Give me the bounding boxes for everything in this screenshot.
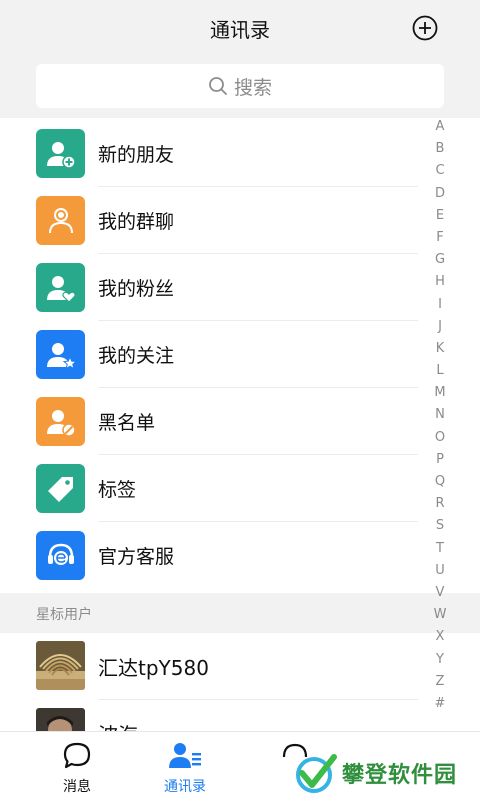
index-letter[interactable]: Z xyxy=(428,671,452,693)
menu-item-my-fans[interactable]: 我的粉丝 xyxy=(0,254,480,321)
menu-item-label: 新的朋友 xyxy=(98,144,175,166)
user-heart-icon xyxy=(36,263,85,312)
menu-item-my-groups[interactable]: 我的群聊 xyxy=(0,187,480,254)
contact-item[interactable]: 波海 xyxy=(0,700,480,731)
header: 通讯录 搜索 xyxy=(0,0,480,118)
menu-item-label: 我的关注 xyxy=(98,345,175,367)
headset-icon xyxy=(36,531,85,580)
avatar xyxy=(36,708,85,731)
tab-label: 消息 xyxy=(63,779,91,795)
avatar xyxy=(36,641,85,690)
index-letter[interactable]: N xyxy=(428,404,452,426)
menu-item-tags[interactable]: 标签 xyxy=(0,455,480,522)
index-letter[interactable]: D xyxy=(428,183,452,205)
search-input[interactable]: 搜索 xyxy=(36,64,444,108)
index-letter[interactable]: B xyxy=(428,138,452,160)
index-letter[interactable]: F xyxy=(428,227,452,249)
index-letter[interactable]: C xyxy=(428,160,452,182)
tag-icon xyxy=(36,464,85,513)
index-letter[interactable]: M xyxy=(428,382,452,404)
index-letter[interactable]: A xyxy=(428,116,452,138)
menu-item-label: 标签 xyxy=(98,479,137,501)
index-letter[interactable]: I xyxy=(428,294,452,316)
checkmark-logo-icon xyxy=(296,754,337,793)
index-letter[interactable]: P xyxy=(428,449,452,471)
index-letter[interactable]: W xyxy=(428,604,452,626)
index-letter[interactable]: Y xyxy=(428,649,452,671)
index-letter[interactable]: G xyxy=(428,249,452,271)
contact-name: 汇达tpY580 xyxy=(98,656,209,680)
user-block-icon xyxy=(36,397,85,446)
index-letter[interactable]: L xyxy=(428,360,452,382)
tab-messages[interactable]: 消息 xyxy=(32,732,122,801)
plus-circle-icon[interactable] xyxy=(412,15,438,41)
index-letter[interactable]: J xyxy=(428,316,452,338)
index-letter[interactable]: V xyxy=(428,582,452,604)
search-placeholder: 搜索 xyxy=(233,76,272,99)
page-title: 通讯录 xyxy=(210,18,270,42)
index-letter[interactable]: S xyxy=(428,515,452,537)
index-letter[interactable]: H xyxy=(428,271,452,293)
search-icon xyxy=(209,77,227,95)
group-icon xyxy=(36,196,85,245)
index-letter[interactable]: Q xyxy=(428,471,452,493)
index-letter[interactable]: E xyxy=(428,205,452,227)
user-star-icon xyxy=(36,330,85,379)
menu-item-my-follows[interactable]: 我的关注 xyxy=(0,321,480,388)
watermark-text: 攀登软件园 xyxy=(342,763,458,788)
index-letter[interactable]: O xyxy=(428,427,452,449)
index-letter[interactable]: K xyxy=(428,338,452,360)
menu-item-blacklist[interactable]: 黑名单 xyxy=(0,388,480,455)
index-letter[interactable]: U xyxy=(428,560,452,582)
contact-item[interactable]: 汇达tpY580 xyxy=(0,633,480,700)
index-letter[interactable]: T xyxy=(428,538,452,560)
tab-label: 通讯录 xyxy=(164,779,206,795)
contact-name: 波海 xyxy=(98,719,138,731)
menu-item-customer-service[interactable]: 官方客服 xyxy=(0,522,480,589)
menu-item-label: 我的粉丝 xyxy=(98,278,175,300)
menu-item-new-friends[interactable]: 新的朋友 xyxy=(0,120,480,187)
menu-item-label: 官方客服 xyxy=(98,546,175,568)
watermark-logo: 攀登软件园 xyxy=(292,750,480,796)
index-letter[interactable]: R xyxy=(428,493,452,515)
contacts-menu-list: 新的朋友 我的群聊 我的粉丝 我的关注 黑名单 标签 官方客服 xyxy=(0,120,480,589)
section-header-starred: 星标用户 xyxy=(0,593,480,633)
section-title: 星标用户 xyxy=(36,607,92,623)
alphabet-index[interactable]: A B C D E F G H I J K L M N O P Q R S T … xyxy=(428,116,452,715)
index-letter[interactable]: X xyxy=(428,626,452,648)
menu-item-label: 黑名单 xyxy=(98,412,156,434)
user-add-icon xyxy=(36,129,85,178)
chat-bubble-icon xyxy=(63,742,91,769)
menu-item-label: 我的群聊 xyxy=(98,211,175,233)
contacts-icon xyxy=(169,743,201,768)
tab-contacts[interactable]: 通讯录 xyxy=(140,732,230,801)
index-letter[interactable]: # xyxy=(428,693,452,715)
